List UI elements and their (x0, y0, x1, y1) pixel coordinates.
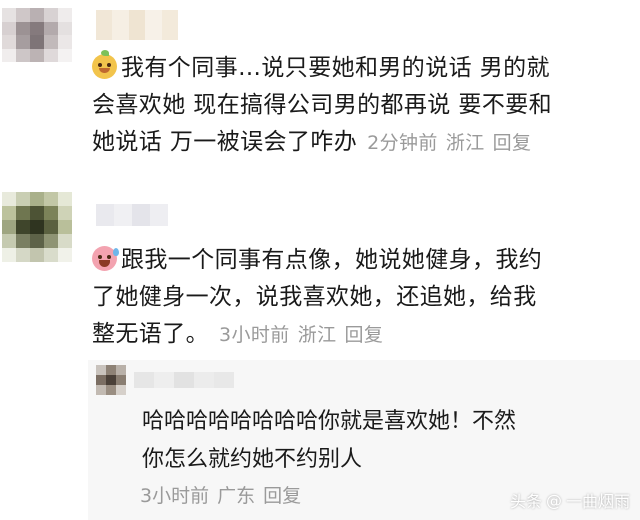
reply-time: 3小时前 (140, 485, 210, 507)
comment-2-reply-button[interactable]: 回复 (345, 324, 384, 346)
watermark-source: 头条 (509, 492, 542, 511)
doge-emoji-icon (92, 50, 117, 79)
watermark-at: @ (545, 490, 562, 510)
watermark: 头条 @ 一曲烟雨 (510, 488, 630, 512)
reply-location: 广东 (217, 485, 256, 507)
comment-1-location: 浙江 (445, 132, 485, 154)
comment-2-line-2: 了她健身一次，说我喜欢她，还追她，给我 (92, 284, 537, 310)
comment-1-time: 2分钟前 (367, 132, 438, 154)
replier-avatar[interactable] (96, 365, 126, 395)
comment-2-time: 3小时前 (219, 324, 290, 346)
reply-body: 哈哈哈哈哈哈哈哈你就是喜欢她！不然 你怎么就约她不约别人 (142, 403, 516, 479)
comment-1-reply-button[interactable]: 回复 (493, 132, 532, 154)
comment-1-line-3: 她说话 万一被误会了咋办 (92, 129, 358, 155)
comment-1-body: 我有个同事…说只要她和男的说话 男的就 会喜欢她 现在搞得公司男的都再说 要不要… (92, 50, 632, 162)
reply-reply-button[interactable]: 回复 (263, 485, 301, 507)
comment-2-location: 浙江 (297, 324, 337, 346)
commenter-name-1[interactable] (96, 10, 178, 40)
sweat-laugh-emoji-icon (92, 246, 119, 271)
replier-name[interactable] (134, 372, 234, 388)
reply-meta: 3小时前 广东 回复 (140, 481, 309, 508)
comment-2-meta: 3小时前 浙江 回复 (219, 324, 391, 346)
comment-1-line-1: 我有个同事…说只要她和男的说话 男的就 (121, 55, 550, 81)
watermark-author: 一曲烟雨 (565, 492, 630, 511)
commenter-name-2[interactable] (96, 204, 168, 226)
comment-2-line-1: 跟我一个同事有点像，她说她健身，我约 (121, 247, 543, 273)
commenter-avatar-1[interactable] (2, 8, 72, 62)
comment-2-line-3: 整无语了。 (92, 321, 209, 347)
commenter-avatar-2[interactable] (2, 192, 72, 262)
comment-1-line-2: 会喜欢她 现在搞得公司男的都再说 要不要和 (92, 92, 553, 118)
comment-1-meta: 2分钟前 浙江 回复 (367, 132, 539, 154)
reply-line-1: 哈哈哈哈哈哈哈哈你就是喜欢她！不然 (142, 409, 517, 434)
reply-line-2: 你怎么就约她不约别人 (142, 447, 363, 472)
comment-2-body: 跟我一个同事有点像，她说她健身，我约 了她健身一次，说我喜欢她，还追她，给我 整… (92, 242, 632, 354)
